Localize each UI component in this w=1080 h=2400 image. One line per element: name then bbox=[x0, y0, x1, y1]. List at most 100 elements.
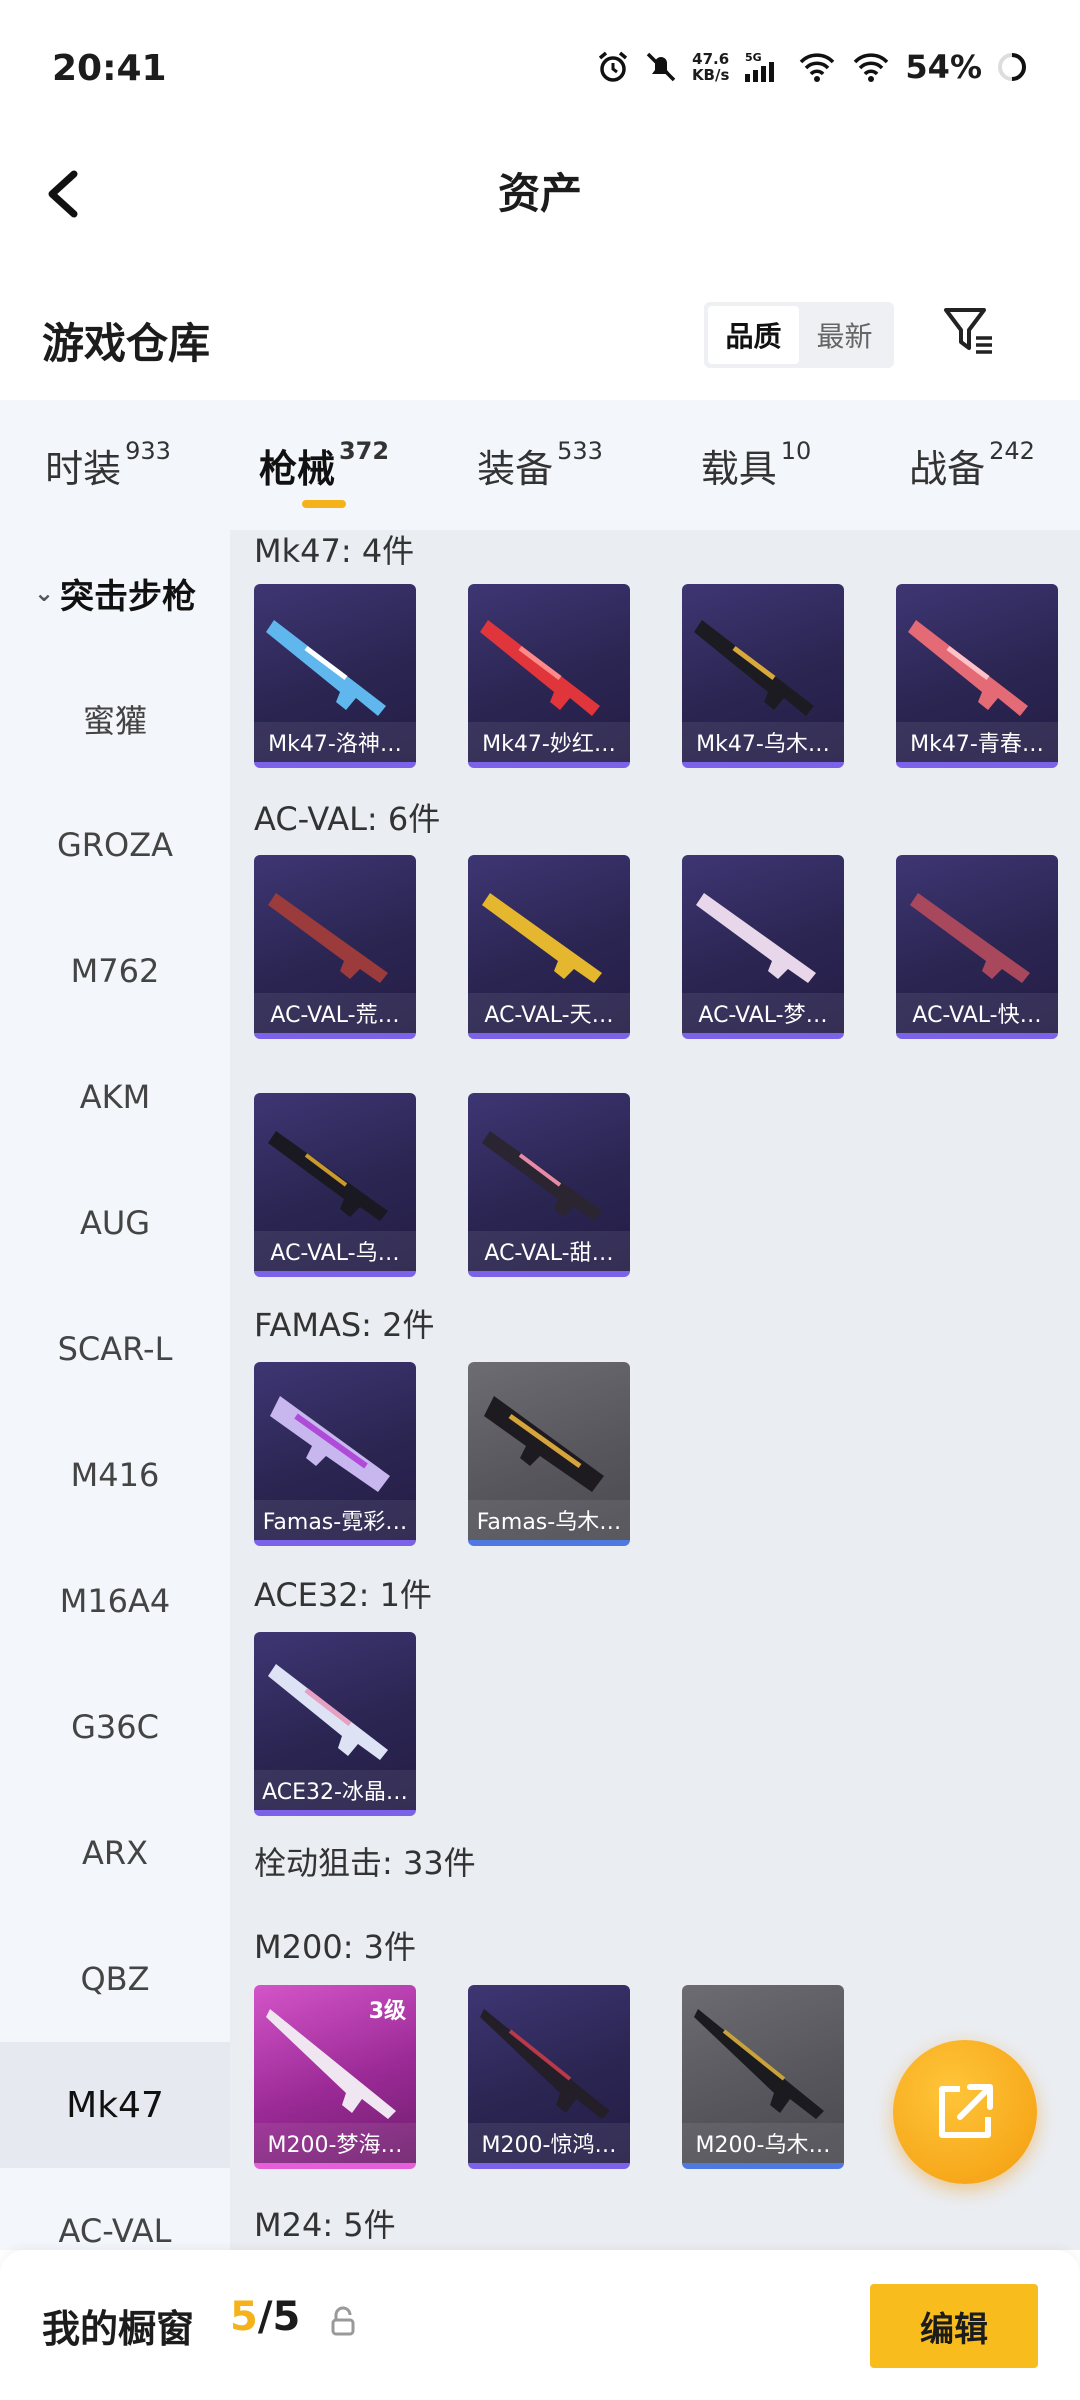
skin-name: AC-VAL-天… bbox=[468, 993, 630, 1033]
rifle-icon bbox=[268, 893, 388, 983]
svg-text:5G: 5G bbox=[745, 51, 762, 64]
sniper-icon bbox=[266, 2009, 396, 2119]
share-icon bbox=[939, 2084, 993, 2138]
wifi-icon-2 bbox=[851, 50, 891, 84]
group-title: M24: 5件 bbox=[254, 2206, 396, 2244]
sidebar-item[interactable]: ARX bbox=[0, 1790, 230, 1916]
rifle-icon bbox=[268, 1664, 388, 1760]
tab-weapons[interactable]: 枪械 372 bbox=[216, 400, 432, 530]
skin-card[interactable]: M200-乌木… bbox=[682, 1985, 844, 2169]
skin-name: ACE32-冰晶… bbox=[254, 1770, 416, 1810]
sort-latest-button[interactable]: 最新 bbox=[799, 306, 890, 364]
sidebar-item[interactable]: SCAR-L bbox=[0, 1286, 230, 1412]
sidebar-item[interactable]: AC-VAL bbox=[0, 2168, 230, 2250]
skin-name: Mk47-青春… bbox=[896, 722, 1058, 762]
skin-card[interactable]: AC-VAL-天… bbox=[468, 855, 630, 1039]
sidebar-item[interactable]: M416 bbox=[0, 1412, 230, 1538]
weapon-list: Mk47: 4件 Mk47-洛神… Mk47-妙红… Mk47-乌木… Mk47… bbox=[230, 530, 1080, 2250]
status-bar: 20:41 47.6 KB/s 5G 54% bbox=[0, 0, 1080, 140]
battery-ring-icon bbox=[996, 51, 1028, 83]
rifle-icon bbox=[270, 1396, 390, 1492]
skin-name: Mk47-洛神… bbox=[254, 722, 416, 762]
net-speed: 47.6 KB/s bbox=[691, 50, 730, 84]
rifle-icon bbox=[482, 1131, 602, 1221]
category-tabs: 时装 933 枪械 372 装备 533 载具 10 战备 242 bbox=[0, 400, 1080, 530]
skin-name: Mk47-妙红… bbox=[468, 722, 630, 762]
status-time: 20:41 bbox=[52, 48, 167, 89]
sort-toggle: 品质 最新 bbox=[704, 302, 894, 368]
wifi-icon bbox=[797, 50, 837, 84]
skin-name: AC-VAL-乌… bbox=[254, 1231, 416, 1271]
sidebar-item-active[interactable]: Mk47 bbox=[0, 2042, 230, 2168]
tab-fashion[interactable]: 时装 933 bbox=[0, 400, 216, 530]
group-title: Mk47: 4件 bbox=[254, 532, 415, 570]
battery-percent: 54% bbox=[905, 48, 982, 86]
sniper-icon bbox=[694, 2009, 824, 2119]
sidebar-item[interactable]: AUG bbox=[0, 1160, 230, 1286]
sniper-icon bbox=[480, 2009, 610, 2119]
edit-button[interactable]: 编辑 bbox=[870, 2284, 1038, 2368]
sidebar-item[interactable]: GROZA bbox=[0, 782, 230, 908]
skin-card[interactable]: Mk47-洛神… bbox=[254, 584, 416, 768]
status-icons: 47.6 KB/s 5G 54% bbox=[596, 48, 1028, 86]
skin-name: AC-VAL-梦… bbox=[682, 993, 844, 1033]
filter-button[interactable] bbox=[940, 302, 1000, 362]
skin-card[interactable]: M200-惊鸿… bbox=[468, 1985, 630, 2169]
alarm-icon bbox=[596, 50, 630, 84]
group-title: ACE32: 1件 bbox=[254, 1576, 432, 1614]
sidebar-item[interactable]: AKM bbox=[0, 1034, 230, 1160]
warehouse-title: 游戏仓库 bbox=[42, 319, 211, 368]
skin-card[interactable]: ACE32-冰晶… bbox=[254, 1632, 416, 1816]
showcase-bar: 我的橱窗 5/5 编辑 bbox=[0, 2250, 1080, 2400]
skin-name: M200-梦海… bbox=[254, 2123, 416, 2163]
skin-name: M200-惊鸿… bbox=[468, 2123, 630, 2163]
showcase-count: 5/5 bbox=[230, 2294, 301, 2340]
skin-name: Famas-霓彩… bbox=[254, 1500, 416, 1540]
rifle-icon bbox=[266, 620, 386, 716]
sidebar-item[interactable]: M16A4 bbox=[0, 1538, 230, 1664]
chevron-down-icon: ⌄ bbox=[33, 579, 55, 607]
warehouse-row: 游戏仓库 品质 最新 bbox=[0, 290, 1080, 400]
group-title: M200: 3件 bbox=[254, 1928, 417, 1966]
sidebar-item[interactable]: 蜜獾 bbox=[0, 656, 230, 782]
skin-name: AC-VAL-甜… bbox=[468, 1231, 630, 1271]
app-header: 资产 bbox=[0, 140, 1080, 260]
skin-card[interactable]: Mk47-乌木… bbox=[682, 584, 844, 768]
showcase-label: 我的橱窗 bbox=[42, 2307, 195, 2351]
sidebar-item[interactable]: QBZ bbox=[0, 1916, 230, 2042]
skin-card[interactable]: Famas-霓彩… bbox=[254, 1362, 416, 1546]
tab-vehicles[interactable]: 载具 10 bbox=[648, 400, 864, 530]
sidebar-item[interactable]: G36C bbox=[0, 1664, 230, 1790]
sidebar-category[interactable]: ⌄ 突击步枪 bbox=[0, 530, 230, 656]
skin-name: AC-VAL-荒… bbox=[254, 993, 416, 1033]
skin-name: Famas-乌木… bbox=[468, 1500, 630, 1540]
skin-card[interactable]: AC-VAL-荒… bbox=[254, 855, 416, 1039]
signal-5g-icon: 5G bbox=[743, 50, 783, 84]
sidebar-item[interactable]: M762 bbox=[0, 908, 230, 1034]
skin-card[interactable]: AC-VAL-快… bbox=[896, 855, 1058, 1039]
skin-card[interactable]: AC-VAL-甜… bbox=[468, 1093, 630, 1277]
skin-name: M200-乌木… bbox=[682, 2123, 844, 2163]
skin-card[interactable]: 3级 M200-梦海… bbox=[254, 1985, 416, 2169]
mute-bell-icon bbox=[644, 50, 678, 84]
tab-supplies[interactable]: 战备 242 bbox=[864, 400, 1080, 530]
skin-card[interactable]: Mk47-妙红… bbox=[468, 584, 630, 768]
filter-icon bbox=[944, 308, 992, 354]
skin-name: Mk47-乌木… bbox=[682, 722, 844, 762]
rifle-icon bbox=[482, 893, 602, 983]
group-title: FAMAS: 2件 bbox=[254, 1306, 435, 1344]
share-button[interactable] bbox=[893, 2040, 1037, 2184]
weapon-sidebar: ⌄ 突击步枪 蜜獾 GROZA M762 AKM AUG SCAR-L M416 … bbox=[0, 530, 230, 2250]
skin-card[interactable]: AC-VAL-梦… bbox=[682, 855, 844, 1039]
page-title: 资产 bbox=[497, 169, 582, 218]
sort-quality-button[interactable]: 品质 bbox=[708, 306, 799, 364]
skin-card[interactable]: Famas-乌木… bbox=[468, 1362, 630, 1546]
skin-card[interactable]: Mk47-青春… bbox=[896, 584, 1058, 768]
rifle-icon bbox=[910, 893, 1030, 983]
skin-name: AC-VAL-快… bbox=[896, 993, 1058, 1033]
tab-equipment[interactable]: 装备 533 bbox=[432, 400, 648, 530]
rifle-icon bbox=[908, 620, 1028, 716]
rifle-icon bbox=[484, 1396, 604, 1492]
skin-card[interactable]: AC-VAL-乌… bbox=[254, 1093, 416, 1277]
group-title: 栓动狙击: 33件 bbox=[254, 1844, 476, 1882]
